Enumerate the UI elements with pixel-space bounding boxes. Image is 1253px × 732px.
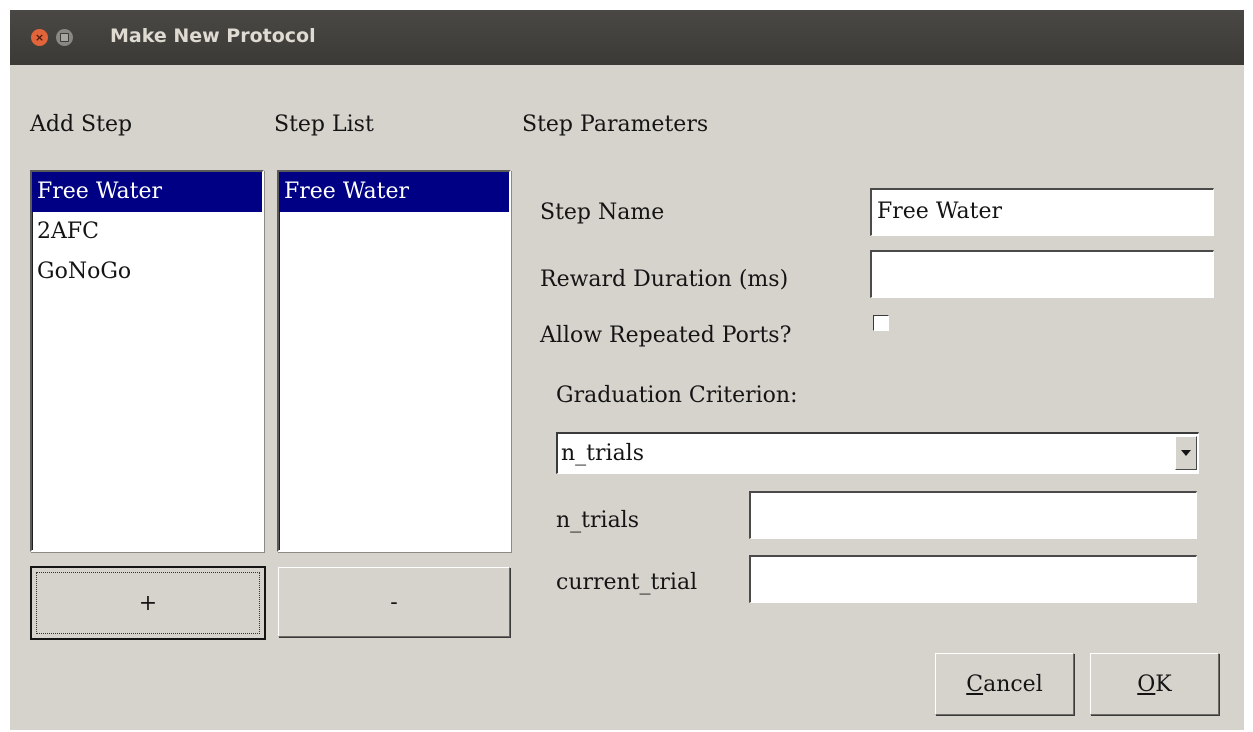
add-step-heading: Add Step <box>30 112 133 137</box>
step-list-item-free-water[interactable]: Free Water <box>279 172 509 212</box>
make-new-protocol-window: × Make New Protocol Add Step Step List S… <box>10 10 1244 730</box>
allow-repeated-ports-checkbox[interactable] <box>873 315 889 331</box>
ok-mnemonic: O <box>1137 671 1156 697</box>
step-name-label: Step Name <box>540 200 665 225</box>
step-list-heading: Step List <box>274 112 374 137</box>
current-trial-input[interactable] <box>749 555 1197 603</box>
n-trials-label: n_trials <box>556 508 640 533</box>
step-name-input[interactable]: Free Water <box>870 188 1214 236</box>
cancel-button-label: Cancel <box>966 672 1043 697</box>
title-bar: × Make New Protocol <box>10 10 1244 65</box>
add-step-item-gonogo[interactable]: GoNoGo <box>32 252 262 292</box>
graduation-criterion-value: n_trials <box>561 441 645 466</box>
close-icon[interactable]: × <box>31 29 48 46</box>
focus-ring <box>36 572 260 634</box>
cancel-button[interactable]: Cancel <box>935 653 1074 715</box>
current-trial-label: current_trial <box>556 570 698 595</box>
ok-label-rest: K <box>1155 671 1172 697</box>
cancel-label-rest: ancel <box>983 671 1043 697</box>
ok-button[interactable]: OK <box>1090 653 1219 715</box>
step-list[interactable]: Free Water <box>277 170 511 552</box>
minimize-icon[interactable] <box>56 29 73 46</box>
window-title: Make New Protocol <box>110 25 316 47</box>
add-step-item-2afc[interactable]: 2AFC <box>32 212 262 252</box>
add-step-button[interactable]: + <box>30 566 266 640</box>
remove-step-button-label: - <box>390 589 398 615</box>
remove-step-button[interactable]: - <box>278 567 510 637</box>
add-step-item-free-water[interactable]: Free Water <box>32 172 262 212</box>
allow-repeated-ports-label: Allow Repeated Ports? <box>540 323 792 348</box>
cancel-mnemonic: C <box>966 671 984 697</box>
step-parameters-heading: Step Parameters <box>522 112 709 137</box>
add-step-list[interactable]: Free Water 2AFC GoNoGo <box>30 170 264 552</box>
graduation-criterion-select[interactable]: n_trials <box>556 432 1199 474</box>
reward-duration-input[interactable] <box>870 250 1214 298</box>
graduation-criterion-label: Graduation Criterion: <box>556 383 798 408</box>
n-trials-input[interactable] <box>749 491 1197 539</box>
ok-button-label: OK <box>1137 672 1171 697</box>
reward-duration-label: Reward Duration (ms) <box>540 267 789 292</box>
dropdown-arrow-icon[interactable] <box>1175 436 1197 470</box>
